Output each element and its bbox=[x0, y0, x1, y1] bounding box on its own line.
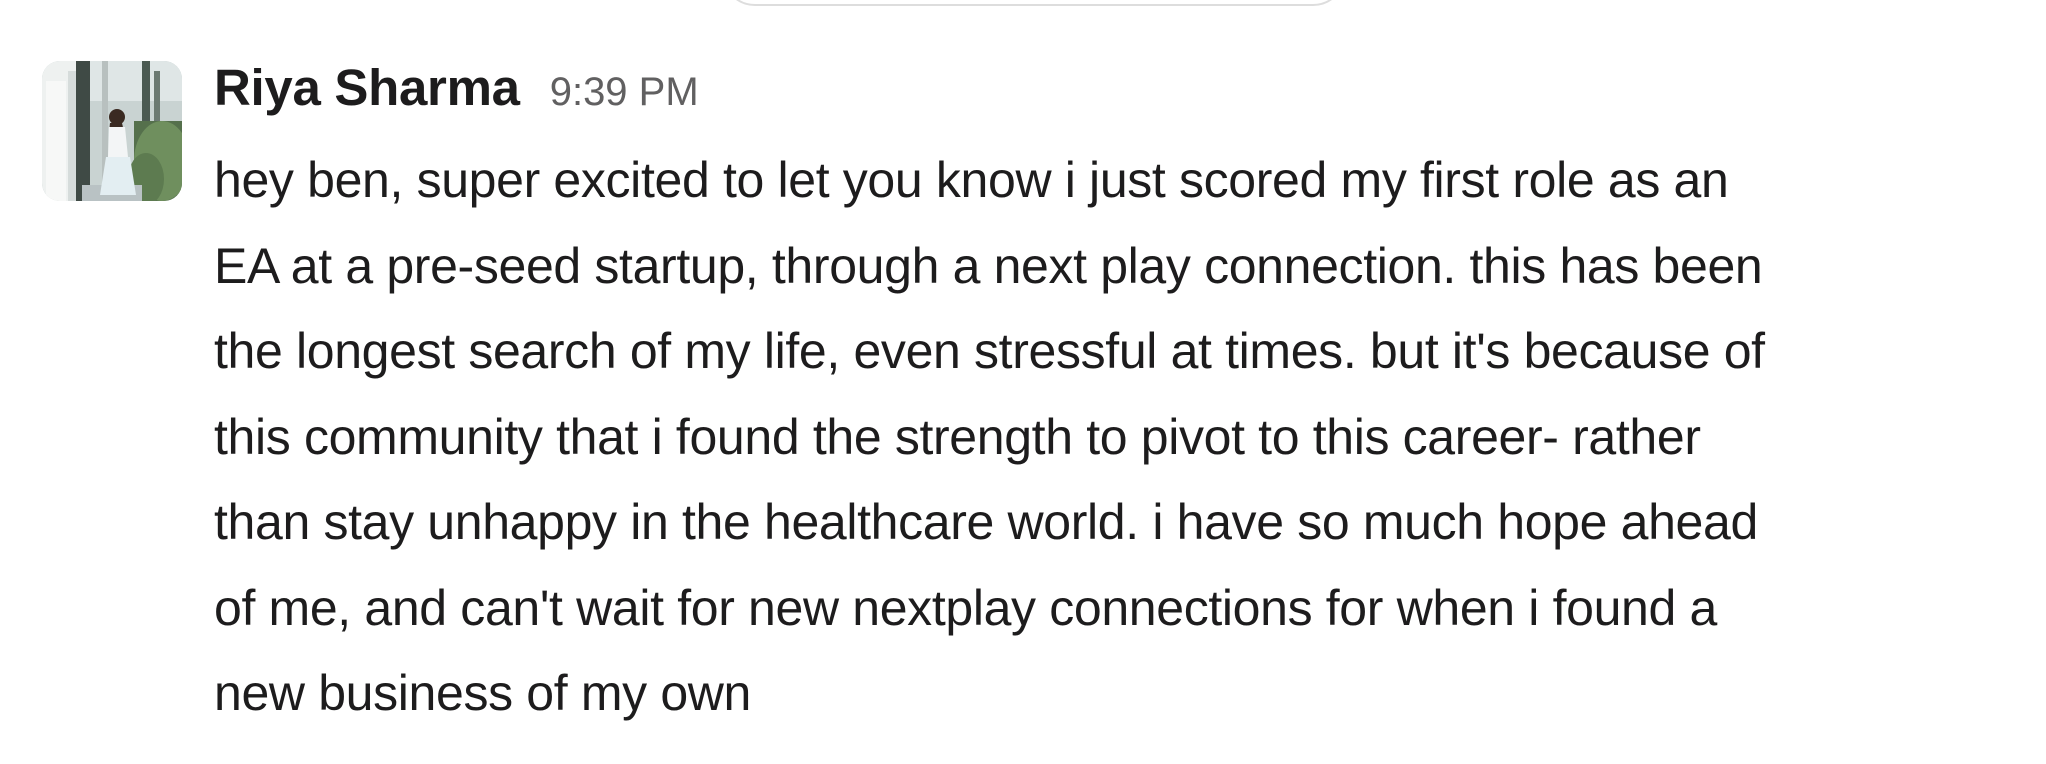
avatar[interactable] bbox=[42, 61, 182, 201]
message-line: new business of my own bbox=[214, 665, 752, 721]
message-line: EA at a pre-seed startup, through a next… bbox=[214, 237, 1763, 294]
message-timestamp[interactable]: 9:39 PM bbox=[550, 70, 699, 115]
message-line: hey ben, super excited to let you know i… bbox=[214, 152, 1729, 208]
message: Riya Sharma 9:39 PM hey ben, super excit… bbox=[0, 0, 2046, 764]
message-line: than stay unhappy in the healthcare worl… bbox=[214, 494, 1758, 550]
message-line: the longest search of my life, even stre… bbox=[214, 323, 1765, 379]
sender-name[interactable]: Riya Sharma bbox=[214, 58, 520, 117]
message-line: of me, and can't wait for new nextplay c… bbox=[214, 579, 1717, 636]
message-header: Riya Sharma 9:39 PM bbox=[214, 58, 699, 128]
message-line: this community that i found the strength… bbox=[214, 408, 1701, 465]
message-body: hey ben, super excited to let you know i… bbox=[214, 138, 2039, 737]
user-avatar-photo-icon bbox=[42, 61, 182, 201]
